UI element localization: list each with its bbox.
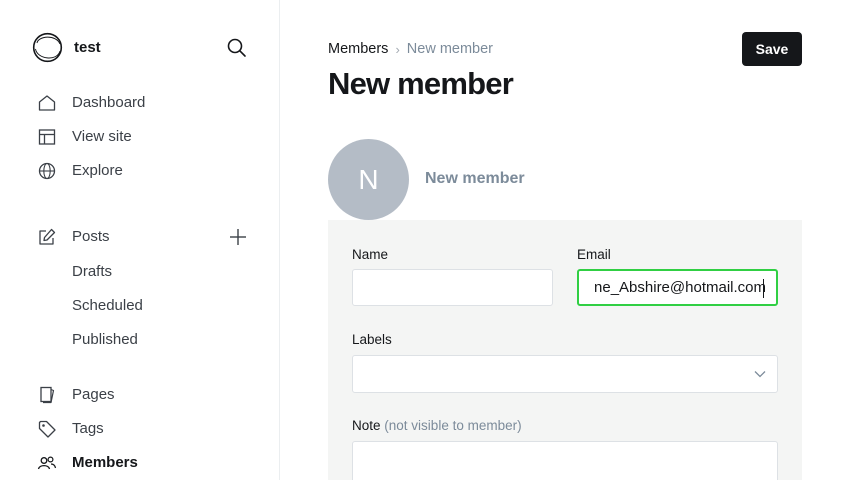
sidebar-item-pages[interactable]: Pages [37, 383, 115, 407]
name-label: Name [352, 247, 389, 262]
text-cursor [763, 279, 764, 298]
sidebar-item-posts[interactable]: Posts [37, 225, 110, 249]
sidebar-item-published[interactable]: Published [72, 331, 138, 348]
pages-icon [40, 386, 55, 404]
edit-icon [39, 228, 56, 245]
site-name: test [74, 39, 101, 56]
add-post-icon[interactable] [229, 228, 247, 246]
sidebar-item-members[interactable]: Members [37, 451, 138, 475]
members-icon [37, 456, 57, 470]
avatar: N [328, 139, 409, 220]
sidebar-item-tags[interactable]: Tags [37, 417, 104, 441]
globe-icon [38, 162, 56, 180]
sidebar-item-dashboard[interactable]: Dashboard [37, 91, 145, 115]
sidebar-item-label: Members [72, 454, 138, 471]
site-logo-icon [32, 32, 63, 63]
layout-icon [38, 129, 56, 145]
email-label: Email [577, 247, 611, 262]
sidebar-item-view-site[interactable]: View site [37, 125, 132, 149]
email-field[interactable]: ne_Abshire@hotmail.com [577, 269, 778, 306]
labels-label: Labels [352, 332, 392, 347]
name-field[interactable] [352, 269, 553, 306]
breadcrumb-separator: › [395, 41, 400, 57]
breadcrumb: Members › New member [328, 41, 493, 57]
sidebar-item-label: Posts [72, 228, 110, 245]
page-title: New member [328, 66, 514, 101]
search-icon[interactable] [226, 37, 248, 59]
sidebar-item-label: Tags [72, 420, 104, 437]
chevron-down-icon [754, 371, 766, 378]
sidebar-item-explore[interactable]: Explore [37, 159, 123, 183]
breadcrumb-members-link[interactable]: Members [328, 41, 388, 57]
note-hint: (not visible to member) [384, 418, 522, 433]
sidebar-item-label: Pages [72, 386, 115, 403]
sidebar-item-drafts[interactable]: Drafts [72, 263, 112, 280]
note-label-text: Note [352, 418, 381, 433]
breadcrumb-current: New member [406, 41, 493, 57]
note-label: Note (not visible to member) [352, 418, 522, 433]
sidebar: test Dashboard View site Explore Posts D… [0, 0, 280, 480]
member-display-name: New member [425, 170, 525, 187]
save-button[interactable]: Save [742, 32, 802, 66]
labels-select[interactable] [352, 355, 778, 393]
sidebar-item-scheduled[interactable]: Scheduled [72, 297, 143, 314]
sidebar-item-label: Explore [72, 162, 123, 179]
tag-icon [38, 420, 56, 438]
sidebar-item-label: View site [72, 128, 132, 145]
site-brand[interactable]: test [32, 32, 101, 63]
home-icon [38, 95, 56, 111]
sidebar-item-label: Dashboard [72, 94, 146, 111]
note-textarea[interactable] [352, 441, 778, 480]
email-value: ne_Abshire@hotmail.com [594, 279, 766, 296]
